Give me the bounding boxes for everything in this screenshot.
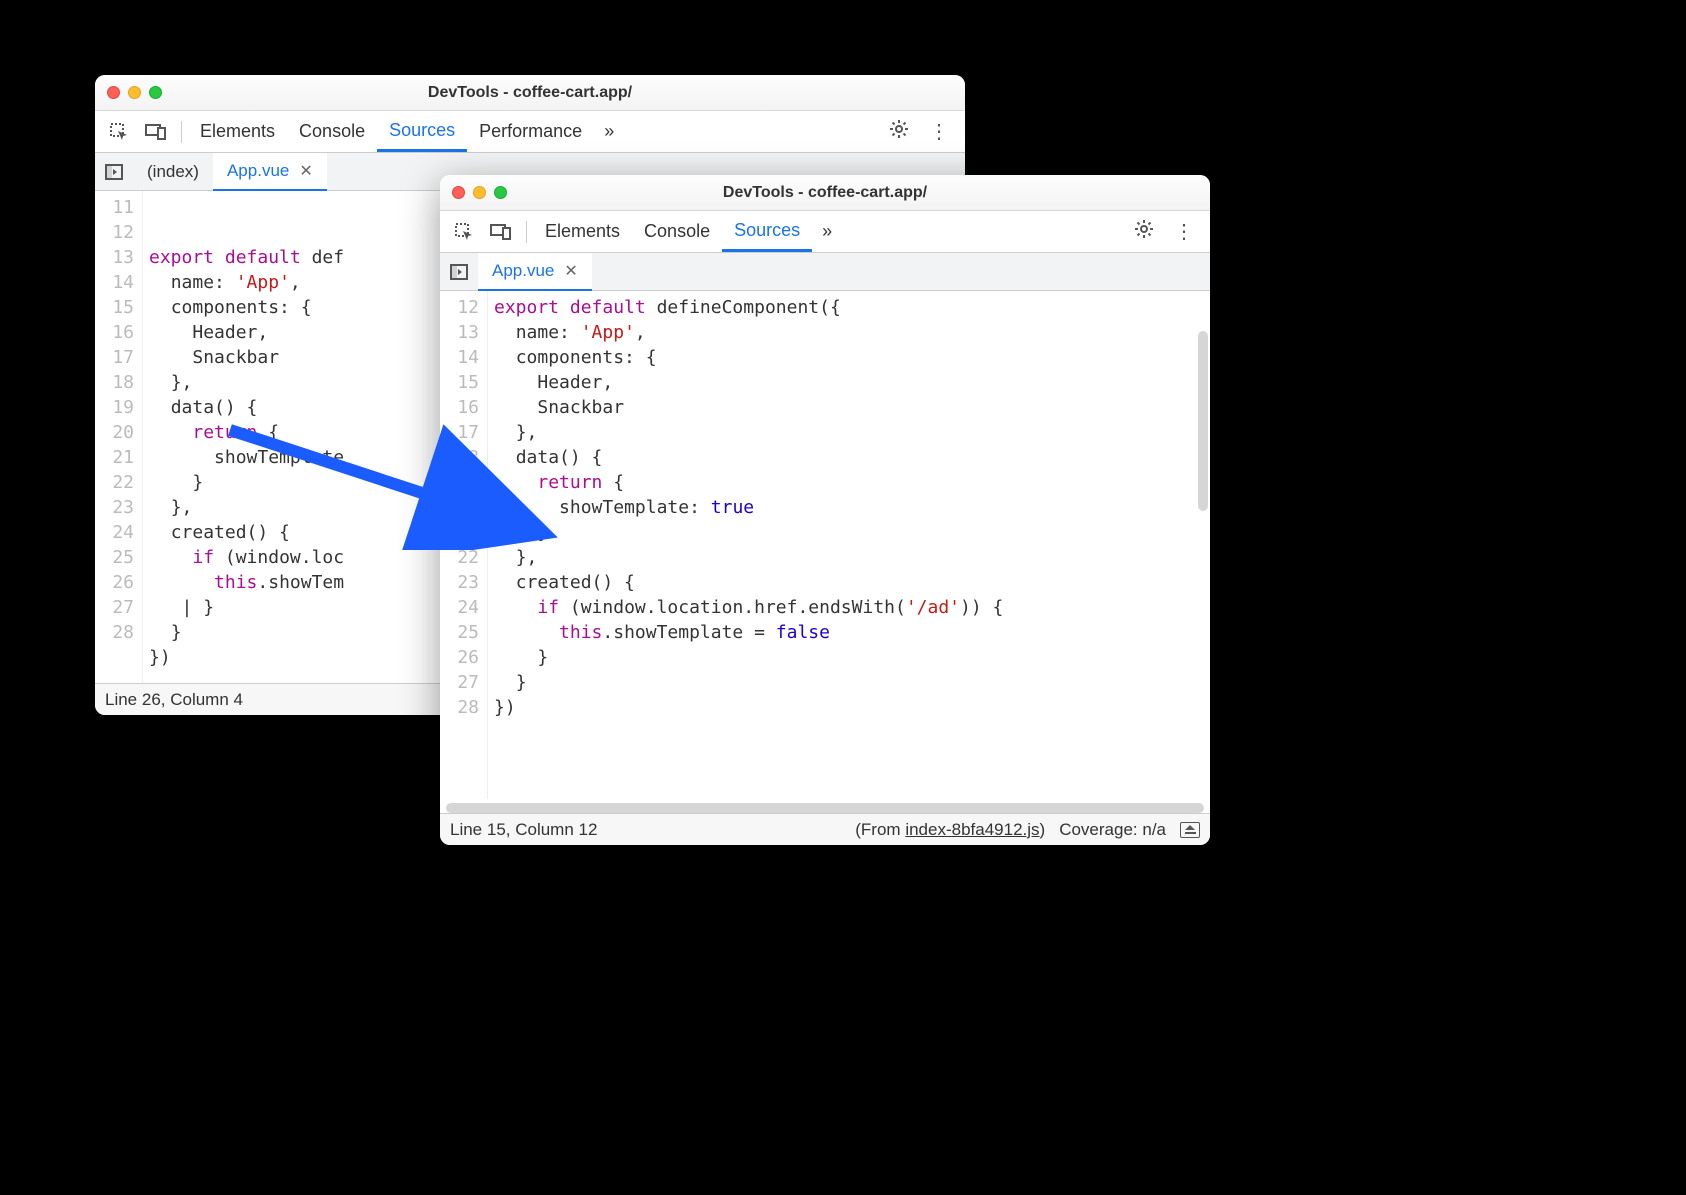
close-icon[interactable]: ✕: [299, 161, 312, 181]
dock-side-icon[interactable]: [1180, 822, 1200, 838]
vertical-scrollbar[interactable]: [1198, 331, 1208, 511]
minimize-icon[interactable]: [473, 186, 486, 199]
code-editor[interactable]: 12 13 14 15 16 17 18 19 20 21 22 23 24 2…: [440, 291, 1210, 799]
line-gutter: 11 12 13 14 15 16 17 18 19 20 21 22 23 2…: [95, 191, 143, 683]
code-content[interactable]: export default defineComponent({ name: '…: [488, 291, 1210, 799]
traffic-lights: [107, 86, 162, 99]
file-tab-label: App.vue: [227, 161, 289, 181]
titlebar[interactable]: DevTools - coffee-cart.app/: [440, 175, 1210, 211]
cursor-position: Line 15, Column 12: [450, 820, 597, 840]
inspect-icon[interactable]: [101, 118, 137, 146]
cursor-position: Line 26, Column 4: [105, 690, 243, 710]
coverage-info: Coverage: n/a: [1059, 820, 1166, 840]
status-bar: Line 15, Column 12 (From index-8bfa4912.…: [440, 813, 1210, 845]
file-tab-label: App.vue: [492, 261, 554, 281]
traffic-lights: [452, 186, 507, 199]
tab-elements[interactable]: Elements: [533, 213, 632, 250]
tab-console[interactable]: Console: [287, 113, 377, 150]
file-tab-label: (index): [147, 162, 199, 182]
maximize-icon[interactable]: [149, 86, 162, 99]
sourcemap-info: (From index-8bfa4912.js): [855, 820, 1045, 840]
devtools-window-right: DevTools - coffee-cart.app/ Elements Con…: [440, 175, 1210, 845]
close-icon[interactable]: [107, 86, 120, 99]
file-tab-app-vue[interactable]: App.vue ✕: [478, 253, 592, 291]
tab-sources[interactable]: Sources: [722, 212, 812, 252]
more-panels-icon[interactable]: »: [812, 215, 842, 248]
sourcemap-link[interactable]: index-8bfa4912.js: [905, 820, 1039, 839]
close-icon[interactable]: [452, 186, 465, 199]
kebab-menu-icon[interactable]: ⋮: [1164, 213, 1204, 250]
file-tab-bar: App.vue ✕: [440, 253, 1210, 291]
tab-console[interactable]: Console: [632, 213, 722, 250]
device-toggle-icon[interactable]: [482, 219, 520, 245]
tab-elements[interactable]: Elements: [188, 113, 287, 150]
main-toolbar: Elements Console Sources Performance » ⋮: [95, 111, 965, 153]
settings-icon[interactable]: [1124, 213, 1164, 250]
file-tab-app-vue[interactable]: App.vue ✕: [213, 153, 327, 191]
settings-icon[interactable]: [879, 113, 919, 150]
toolbar-divider: [181, 121, 182, 143]
window-title: DevTools - coffee-cart.app/: [95, 84, 965, 102]
main-toolbar: Elements Console Sources » ⋮: [440, 211, 1210, 253]
tab-performance[interactable]: Performance: [467, 113, 594, 150]
inspect-icon[interactable]: [446, 218, 482, 246]
line-gutter: 12 13 14 15 16 17 18 19 20 21 22 23 24 2…: [440, 291, 488, 799]
window-title: DevTools - coffee-cart.app/: [440, 184, 1210, 202]
kebab-menu-icon[interactable]: ⋮: [919, 113, 959, 150]
toolbar-divider: [526, 221, 527, 243]
horizontal-scrollbar[interactable]: [446, 803, 1204, 813]
navigator-toggle-icon[interactable]: [95, 158, 133, 186]
close-icon[interactable]: ✕: [564, 261, 577, 281]
titlebar[interactable]: DevTools - coffee-cart.app/: [95, 75, 965, 111]
minimize-icon[interactable]: [128, 86, 141, 99]
file-tab-index[interactable]: (index): [133, 154, 213, 190]
tab-sources[interactable]: Sources: [377, 112, 467, 152]
maximize-icon[interactable]: [494, 186, 507, 199]
device-toggle-icon[interactable]: [137, 119, 175, 145]
navigator-toggle-icon[interactable]: [440, 258, 478, 286]
more-panels-icon[interactable]: »: [594, 115, 624, 148]
